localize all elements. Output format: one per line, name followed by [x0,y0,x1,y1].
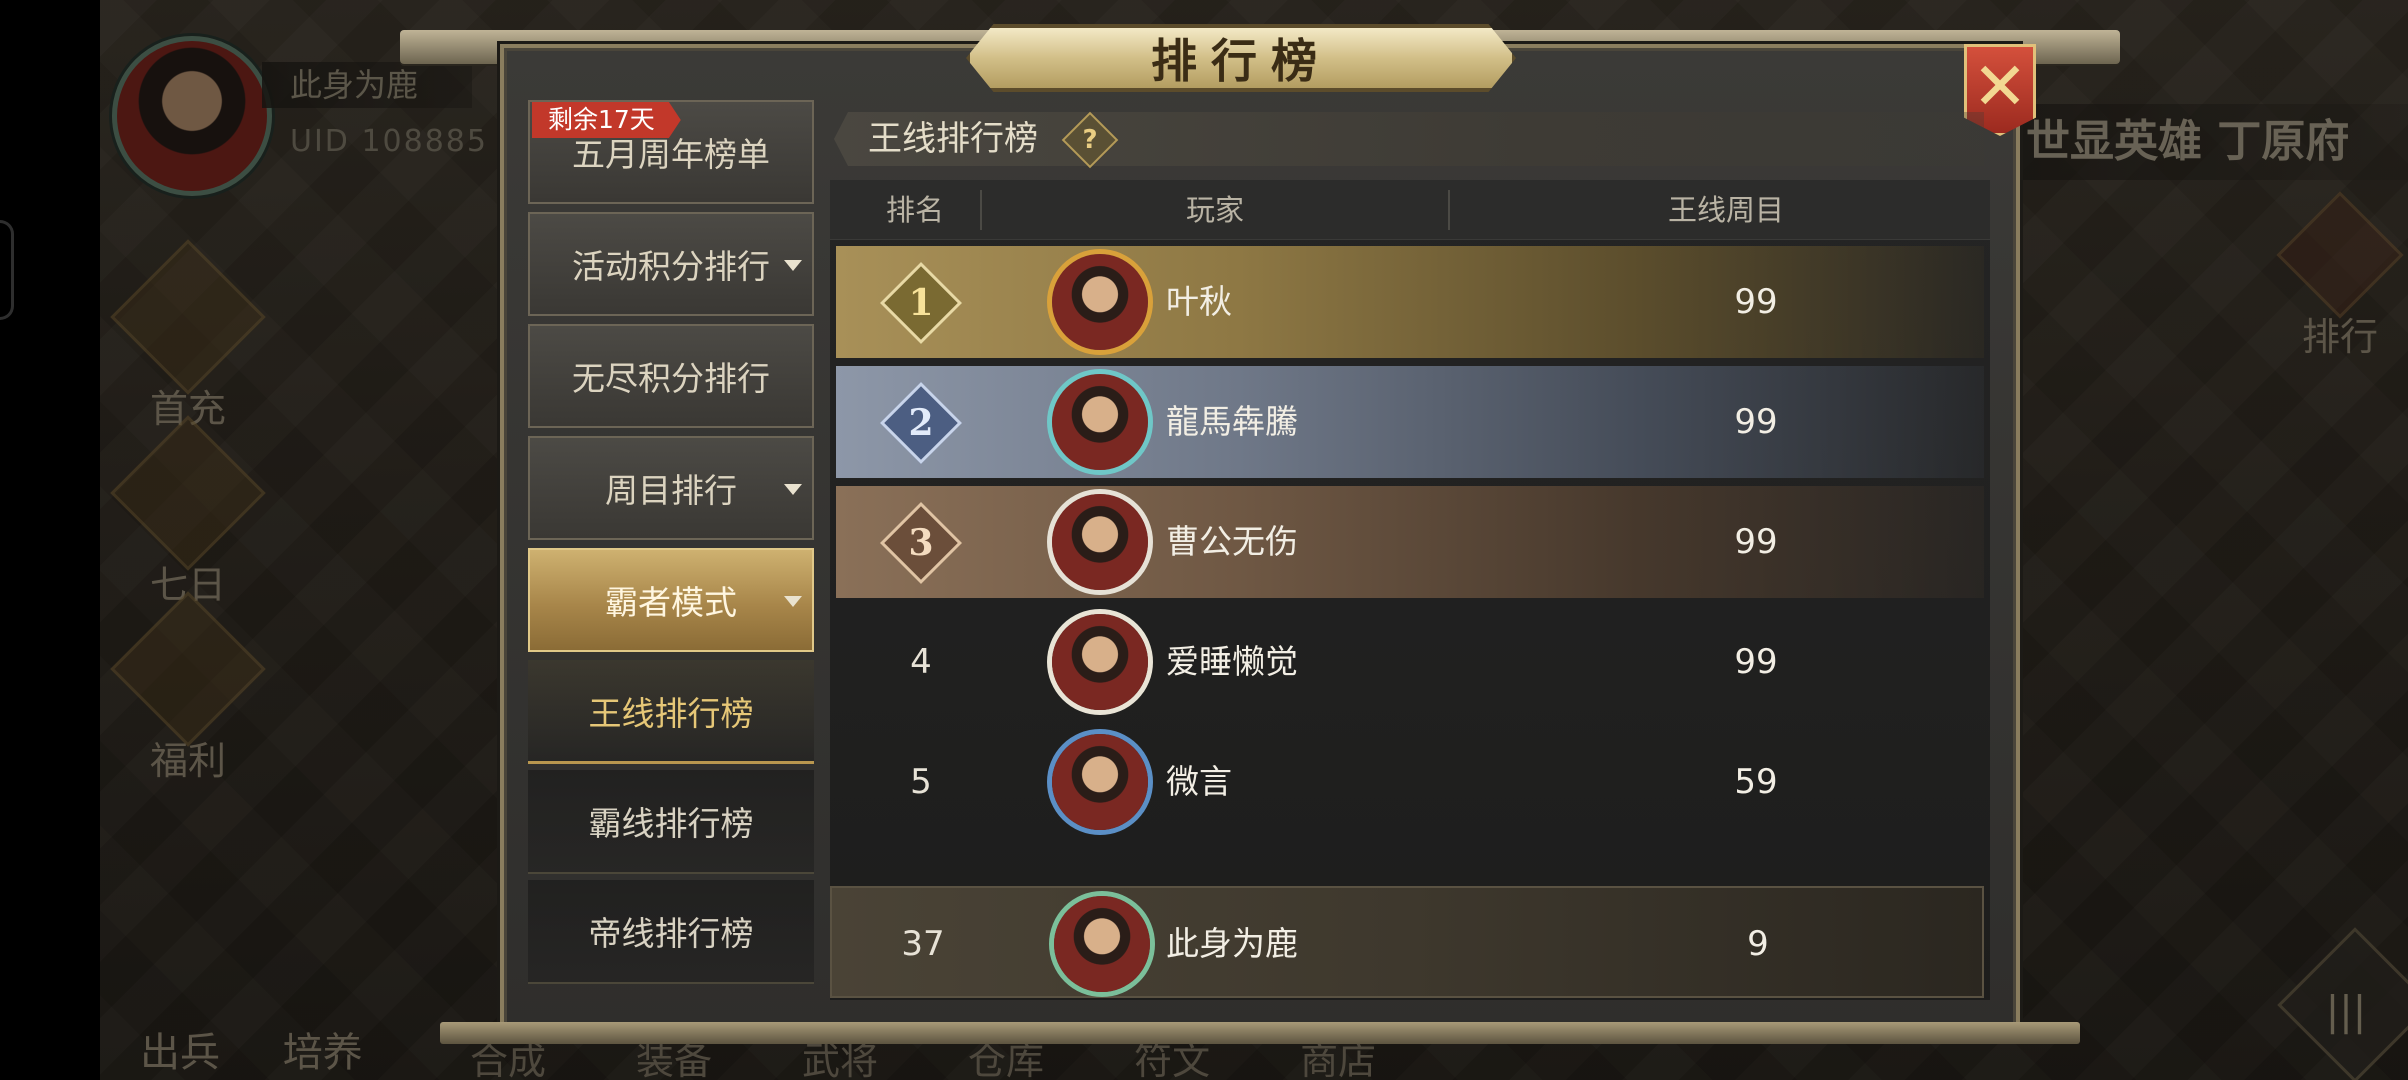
tab-activity-points[interactable]: 活动积分排行 [528,212,814,316]
subtab-emperor-line[interactable]: 帝线排行榜 [528,880,814,984]
player-avatar [1052,374,1148,470]
table-row[interactable]: 1 叶秋 99 [836,246,1984,358]
ranking-table: 排名 玩家 王线周目 1 叶秋 99 2 龍馬犇騰 99 3 曹公无伤 99 4… [830,180,1990,1000]
rank-number: 4 [910,642,932,682]
tab-cycle-rank[interactable]: 周目排行 [528,436,814,540]
score-value: 99 [1734,522,1778,562]
days-remaining-badge: 剩余17天 [532,102,681,138]
player-avatar [1052,734,1148,830]
tab-overlord-mode[interactable]: 霸者模式 [528,548,814,652]
player-name: 此身为鹿 [1166,924,1298,963]
rank-medal-icon: 1 [879,261,963,345]
subtab-king-line[interactable]: 王线排行榜 [528,660,814,764]
subtab-label: 王线排行榜 [588,693,754,733]
score-value: 99 [1734,402,1778,442]
table-row[interactable]: 5 微言 59 [836,726,1984,838]
rank-medal-icon: 2 [879,381,963,465]
player-name: 爱睡懒觉 [1166,642,1298,681]
rank-number: 5 [910,762,932,802]
col-score-header: 王线周目 [1668,193,1785,227]
player-name: 叶秋 [1166,282,1232,321]
player-name: 微言 [1166,762,1232,801]
section-title: 王线排行榜 [868,119,1038,159]
tab-label: 无尽积分排行 [572,359,770,398]
player-avatar [1054,896,1150,992]
score-value: 9 [1747,924,1769,964]
subtab-label: 帝线排行榜 [588,914,754,953]
player-avatar [1052,614,1148,710]
tab-label: 周目排行 [605,471,737,510]
category-tabs: 五月周年榜单 活动积分排行 无尽积分排行 周目排行 霸者模式 王线排行榜 霸线排… [528,100,814,990]
score-value: 59 [1734,762,1778,802]
subtab-label: 霸线排行榜 [588,804,754,843]
header-divider [1448,190,1450,230]
tab-label: 霸者模式 [605,583,737,622]
panel-title: 排行榜 [1151,34,1331,88]
score-value: 99 [1734,642,1778,682]
panel-title-plate: 排行榜 [966,24,1516,92]
tab-label: 活动积分排行 [572,247,770,286]
table-row[interactable]: 4 爱睡懒觉 99 [836,606,1984,718]
rank-medal-icon: 3 [879,501,963,585]
rank-number: 37 [901,924,945,964]
player-name: 曹公无伤 [1166,522,1298,561]
player-name: 龍馬犇騰 [1166,402,1298,441]
col-player-header: 玩家 [1186,193,1245,227]
score-value: 99 [1734,282,1778,322]
header-divider [980,190,982,230]
subtab-overlord-line[interactable]: 霸线排行榜 [528,770,814,874]
col-rank-header: 排名 [886,193,945,227]
player-avatar [1052,254,1148,350]
table-row[interactable]: 3 曹公无伤 99 [836,486,1984,598]
panel-bottom-rail [440,1022,2080,1044]
table-header: 排名 玩家 王线周目 [830,180,1990,240]
player-avatar [1052,494,1148,590]
my-rank-row[interactable]: 37 此身为鹿 9 [830,886,1984,998]
table-row[interactable]: 2 龍馬犇騰 99 [836,366,1984,478]
chevron-down-icon [784,484,802,495]
chevron-down-icon [784,260,802,271]
tab-endless-points[interactable]: 无尽积分排行 [528,324,814,428]
chevron-down-icon [784,596,802,607]
